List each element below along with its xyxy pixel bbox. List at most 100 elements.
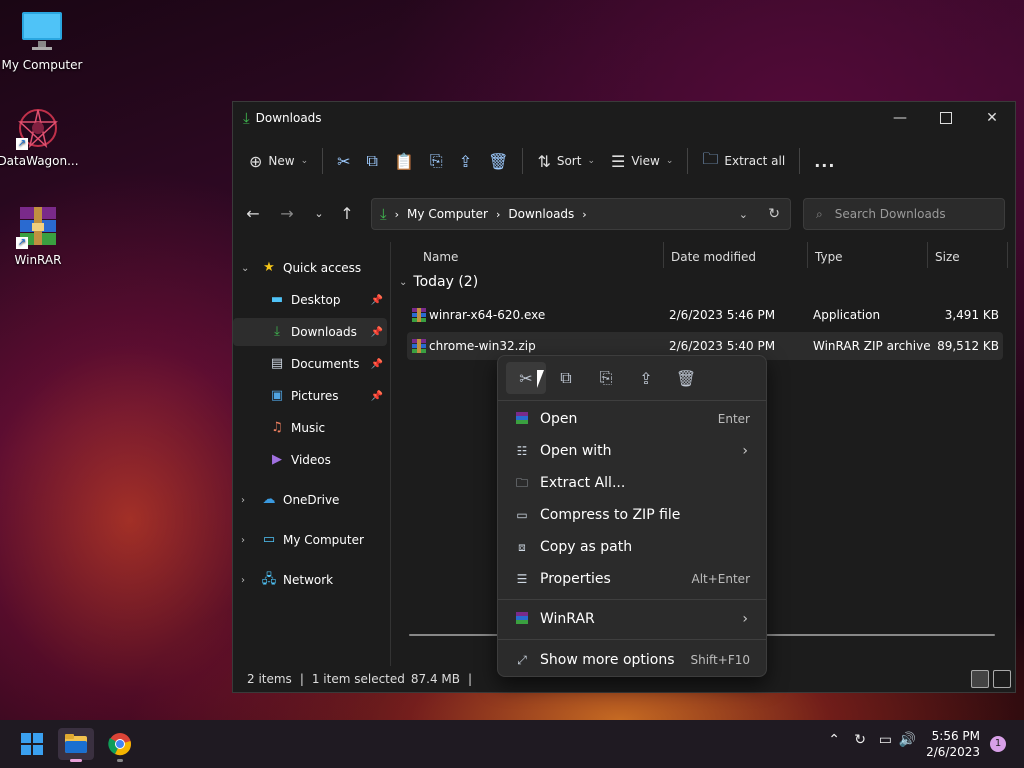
status-item-count: 2 items [247,672,292,686]
new-button[interactable]: ⊕ New ⌄ [241,144,316,178]
clock-date: 2/6/2023 [926,745,980,759]
copy-button[interactable]: ⧉ [359,144,386,178]
menu-item-properties[interactable]: ☰ Properties Alt+Enter [502,564,762,594]
sync-icon[interactable]: ↻ [854,732,866,748]
copy-icon: ⧉ [366,151,378,170]
sidebar-label: Videos [291,453,331,467]
delete-button[interactable]: 🗑 [480,144,516,178]
sort-button[interactable]: ⇅ Sort ⌄ [529,144,603,178]
menu-item-extract-all[interactable]: 🗀 Extract All... [502,468,762,498]
sidebar-item-onedrive[interactable]: › ☁ OneDrive [233,486,387,514]
copy-action[interactable]: ⧉ [546,362,586,394]
document-icon: ▤ [270,356,284,371]
menu-item-show-more-options[interactable]: ⤢ Show more options Shift+F10 [502,645,762,675]
back-button[interactable]: ← [239,198,267,228]
videos-icon: ▶ [272,452,282,467]
sidebar-item-my-computer[interactable]: › ▭ My Computer [233,526,387,554]
menu-separator [498,639,766,640]
extract-all-button[interactable]: 🗀 Extract all [694,144,793,178]
taskbar-clock[interactable]: 5:56 PM 2/6/2023 [926,728,980,760]
maximize-button[interactable] [923,102,969,134]
address-dropdown-icon[interactable]: ⌄ [739,208,748,221]
column-separator[interactable] [1007,242,1008,268]
rename-button[interactable]: ⎘ [422,144,451,178]
desktop-icon-winrar[interactable]: ↗ WinRAR [0,205,80,267]
start-button[interactable] [14,728,50,760]
group-header-today[interactable]: ⌄ Today (2) [399,274,478,290]
network-status-icon[interactable]: ▭ [879,732,892,748]
chrome-icon [108,733,131,756]
sidebar-item-downloads[interactable]: ⤓ Downloads 📌 [233,318,387,346]
close-button[interactable]: ✕ [969,102,1015,134]
breadcrumb-separator-icon: › [582,207,587,221]
toolbar-separator [799,148,801,174]
menu-shortcut: Alt+Enter [691,572,750,586]
forward-button[interactable]: → [273,198,301,228]
chevron-right-icon[interactable]: › [241,495,245,506]
column-header-name[interactable]: Name [423,242,458,272]
sidebar-item-documents[interactable]: ▤ Documents 📌 [233,350,387,378]
desktop-icon-my-computer[interactable]: My Computer [0,10,84,72]
menu-item-winrar[interactable]: WinRAR › [502,604,762,634]
column-header-size[interactable]: Size [935,242,960,272]
sidebar-item-pictures[interactable]: ▣ Pictures 📌 [233,382,387,410]
desktop-folder-icon: ▬ [270,292,284,307]
sidebar-label: My Computer [283,533,364,547]
cloud-icon: ☁ [262,492,276,507]
more-options-button[interactable]: ... [806,144,843,178]
chevron-right-icon[interactable]: › [241,575,245,586]
large-icons-view-button[interactable] [993,670,1011,688]
column-separator[interactable] [927,242,928,268]
new-label: New [268,154,295,168]
desktop-icon-datawagon[interactable]: ↗ DataWagon... [0,106,80,168]
sort-arrows-icon: ⇅ [537,151,551,171]
column-header-type[interactable]: Type [815,242,843,272]
menu-item-copy-as-path[interactable]: ⧈ Copy as path [502,532,762,562]
taskbar-file-explorer[interactable] [58,728,94,762]
address-bar[interactable]: ⤓ › My Computer › Downloads › ⌄ ↻ [371,198,791,230]
menu-item-open[interactable]: Open Enter [502,404,762,434]
sidebar-label: Network [283,573,334,587]
sidebar-item-music[interactable]: ♫ Music [233,414,387,442]
sidebar-label: Desktop [291,293,341,307]
file-row[interactable]: winrar-x64-620.exe 2/6/2023 5:46 PM Appl… [407,301,1003,329]
sidebar-item-quick-access[interactable]: ⌄ ★ Quick access [233,254,387,282]
breadcrumb-separator-icon: › [394,207,400,221]
sidebar-item-network[interactable]: › 🖧 Network [233,566,387,594]
show-more-icon: ⤢ [517,653,527,667]
file-type: WinRAR ZIP archive [813,339,931,353]
details-view-button[interactable] [971,670,989,688]
downloads-icon: ⤓ [380,205,387,223]
file-name: chrome-win32.zip [429,339,536,353]
menu-label: Show more options [540,652,675,668]
refresh-icon[interactable]: ↻ [768,206,780,222]
menu-item-compress-zip[interactable]: ▭ Compress to ZIP file [502,500,762,530]
search-box[interactable]: ⌕ Search Downloads [803,198,1005,230]
column-separator[interactable] [807,242,808,268]
chevron-right-icon[interactable]: › [241,535,245,546]
menu-item-open-with[interactable]: ☷ Open with › [502,436,762,466]
column-separator[interactable] [663,242,664,268]
view-button[interactable]: ☰ View ⌄ [603,144,681,178]
recent-locations-button[interactable]: ⌄ [305,198,333,228]
monitor-icon: ▭ [262,532,276,547]
column-header-date[interactable]: Date modified [671,242,756,272]
taskbar-chrome[interactable] [102,728,138,762]
minimize-button[interactable]: — [877,102,923,134]
breadcrumb-my-computer[interactable]: My Computer [407,207,488,221]
volume-icon[interactable]: 🔊 [899,732,916,748]
delete-action[interactable]: 🗑 [666,362,706,394]
sidebar-item-videos[interactable]: ▶ Videos [233,446,387,474]
share-button[interactable]: ⇪ [451,144,480,178]
up-button[interactable]: ↑ [333,198,361,228]
share-action[interactable]: ⇪ [626,362,666,394]
rename-action[interactable]: ⎘ [586,362,626,394]
cut-button[interactable]: ✂ [329,144,358,178]
chevron-up-icon[interactable]: ⌃ [828,732,840,748]
breadcrumb-downloads[interactable]: Downloads [508,207,574,221]
toolbar-separator [522,148,524,174]
chevron-down-icon[interactable]: ⌄ [241,263,249,274]
notification-badge[interactable]: 1 [990,736,1006,752]
paste-button[interactable]: 📋 [386,144,422,178]
sidebar-item-desktop[interactable]: ▬ Desktop 📌 [233,286,387,314]
